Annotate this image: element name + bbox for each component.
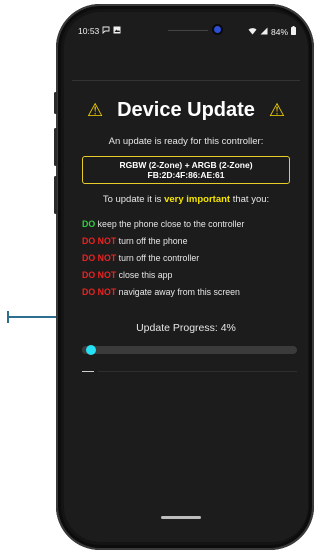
volume-down-button [54, 176, 57, 214]
progress-label: Update Progress: 4% [136, 322, 236, 334]
home-indicator[interactable] [161, 516, 201, 519]
progress-indicator [85, 345, 96, 355]
rule-text: navigate away from this screen [116, 287, 240, 297]
rule-tag: DO NOT [82, 270, 117, 280]
rule-text: keep the phone close to the controller [95, 219, 245, 229]
battery-percentage: 84% [270, 26, 288, 37]
warning-icon: ⚠ [86, 100, 104, 120]
rule-item: DO NOT turn off the controller [82, 250, 302, 267]
rule-tag: DO [82, 219, 96, 229]
rule-item: DO NOT navigate away from this screen [82, 284, 302, 301]
notch-sensor [168, 30, 208, 31]
rules-list: DO keep the phone close to the controlle… [82, 216, 302, 301]
instructions-prefix: To update it is [102, 194, 165, 205]
content-divider [98, 371, 297, 372]
rule-text: turn off the phone [116, 236, 188, 246]
phone-screen: 10:53 84% ⚠ Device Update ⚠ An update is… [64, 12, 308, 542]
rule-tag: DO NOT [82, 236, 117, 246]
rule-tag: DO NOT [82, 287, 117, 297]
device-model: RGBW (2-Zone) + ARGB (2-Zone) [119, 159, 253, 170]
progress-bar [82, 345, 297, 355]
battery-icon [291, 26, 296, 37]
instructions-suffix: that you: [230, 194, 270, 205]
volume-up-button [54, 128, 57, 166]
rule-text: close this app [116, 270, 173, 280]
gallery-icon [113, 26, 121, 36]
dash-marker [82, 371, 94, 372]
rule-item: DO keep the phone close to the controlle… [82, 216, 302, 233]
warning-icon: ⚠ [268, 100, 286, 120]
status-bar: 10:53 84% [64, 12, 308, 40]
rule-text: turn off the controller [116, 253, 200, 263]
chat-icon [102, 26, 110, 36]
rule-item: DO NOT close this app [82, 267, 302, 284]
rule-tag: DO NOT [82, 253, 117, 263]
front-camera [214, 26, 221, 33]
app-bar-divider [72, 80, 300, 81]
signal-icon [260, 27, 268, 37]
device-mac-address: FB:2D:4F:86:AE:61 [147, 170, 225, 180]
device-info-box: RGBW (2-Zone) + ARGB (2-Zone) FB:2D:4F:8… [82, 156, 290, 184]
update-subtitle: An update is ready for this controller: [108, 136, 264, 147]
page-title: Device Update [117, 98, 255, 121]
status-time: 10:53 [78, 26, 100, 36]
page-header: ⚠ Device Update ⚠ [64, 96, 308, 124]
action-button [54, 92, 57, 114]
instructions-heading: To update it is very important that you: [64, 194, 308, 205]
rule-item: DO NOT turn off the phone [82, 233, 302, 250]
wifi-icon [248, 27, 257, 37]
instructions-highlight: very important [164, 194, 231, 205]
